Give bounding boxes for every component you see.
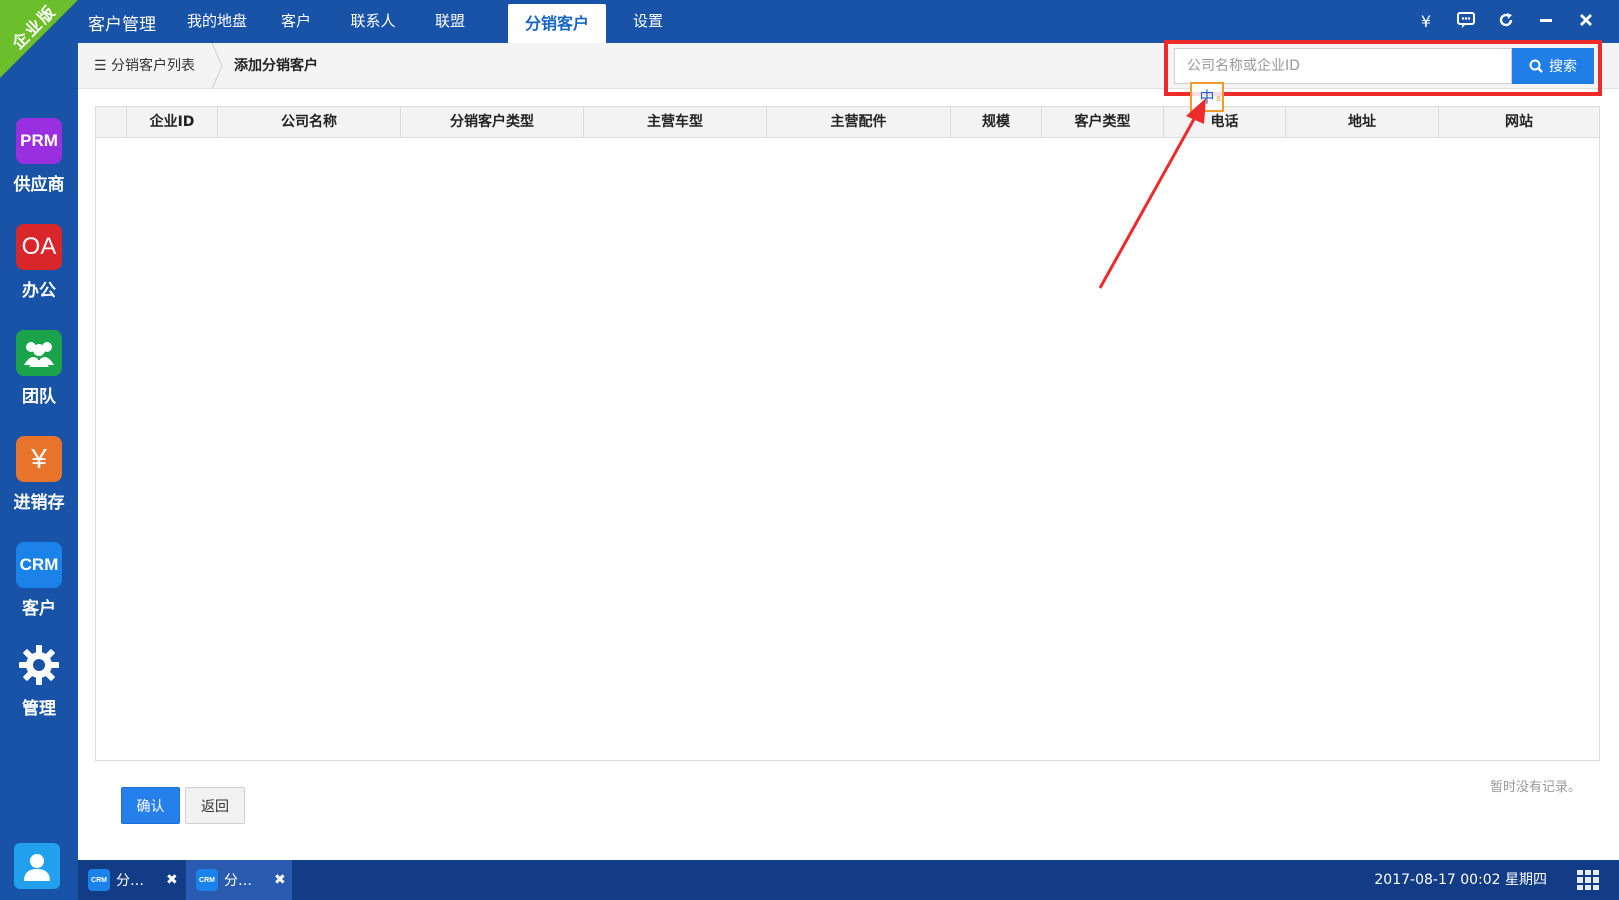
column-header-main-vehicle[interactable]: 主营车型: [584, 107, 767, 137]
empty-records-text: 暂时没有记录。: [1490, 780, 1582, 795]
distribution-customer-table: 企业ID 公司名称 分销客户类型 主营车型 主营配件 规模 客户类型 电话 地址…: [95, 106, 1600, 761]
breadcrumb-list-label: 分销客户列表: [111, 58, 196, 74]
refresh-icon[interactable]: [1497, 12, 1515, 32]
minimize-icon[interactable]: [1537, 12, 1555, 31]
crm-icon: CRM: [88, 869, 110, 891]
tab-contacts[interactable]: 联系人: [336, 0, 410, 43]
column-header-company-name[interactable]: 公司名称: [218, 107, 401, 137]
close-icon[interactable]: [1577, 12, 1595, 31]
table-header: 企业ID 公司名称 分销客户类型 主营车型 主营配件 规模 客户类型 电话 地址…: [96, 107, 1599, 138]
clock-datetime: 2017-08-17 00:02 星期四: [1374, 872, 1547, 888]
crm-icon: CRM: [196, 869, 218, 891]
confirm-button[interactable]: 确认: [121, 787, 180, 824]
chat-icon[interactable]: [1457, 11, 1475, 32]
sidebar-item-label: 管理: [22, 699, 56, 719]
sidebar-item-team[interactable]: 团队: [0, 330, 78, 407]
list-icon: ☰: [94, 58, 107, 74]
task-title: 分…: [116, 873, 144, 889]
chevron-right-icon: [211, 43, 223, 89]
sidebar-item-prm[interactable]: PRM 供应商: [0, 118, 78, 195]
search-icon: [1529, 59, 1543, 73]
back-button[interactable]: 返回: [185, 787, 245, 824]
tab-alliance[interactable]: 联盟: [420, 0, 480, 43]
sidebar-item-label: 团队: [22, 387, 56, 407]
column-header-website[interactable]: 网站: [1439, 107, 1599, 137]
column-header-main-parts[interactable]: 主营配件: [767, 107, 951, 137]
close-icon[interactable]: ✖: [274, 872, 286, 888]
column-header-scale[interactable]: 规模: [951, 107, 1042, 137]
oa-icon: OA: [16, 224, 62, 270]
search-input[interactable]: [1174, 48, 1512, 84]
tab-distribution-customers[interactable]: 分销客户: [508, 4, 606, 43]
column-header-address[interactable]: 地址: [1286, 107, 1439, 137]
window-controls: ¥: [1417, 0, 1595, 43]
sidebar-item-label: 进销存: [13, 493, 65, 513]
search-button-label: 搜索: [1549, 59, 1577, 75]
user-icon[interactable]: [14, 843, 60, 889]
prm-icon: PRM: [16, 118, 62, 164]
sidebar-item-label: 客户: [22, 599, 56, 619]
breadcrumb-current: 添加分销客户: [234, 58, 318, 74]
close-icon[interactable]: ✖: [166, 872, 178, 888]
sidebar-item-crm[interactable]: CRM 客户: [0, 542, 78, 619]
sidebar-item-label: 办公: [22, 281, 56, 301]
yen-icon[interactable]: ¥: [1417, 12, 1435, 31]
column-header-enterprise-id[interactable]: 企业ID: [127, 107, 218, 137]
left-sidebar: 企业版 PRM 供应商 OA 办公 团队 ¥ 进销存 CRM 客户 管理: [0, 0, 78, 900]
taskbar-task[interactable]: CRM 分… ✖: [78, 860, 182, 900]
taskbar-task-active[interactable]: CRM 分… ✖: [186, 860, 292, 900]
column-header-distribution-type[interactable]: 分销客户类型: [401, 107, 584, 137]
team-icon: [16, 330, 62, 376]
sidebar-item-label: 供应商: [13, 175, 65, 195]
search-button[interactable]: 搜索: [1512, 48, 1594, 84]
taskbar: CRM 分… ✖ CRM 分… ✖ 2017-08-17 00:02 星期四: [78, 860, 1619, 900]
gear-icon: [16, 642, 62, 688]
tab-my-territory[interactable]: 我的地盘: [178, 0, 256, 43]
tab-customers[interactable]: 客户: [266, 0, 326, 43]
annotation-arrow: [1098, 98, 1206, 289]
app-grid-icon[interactable]: [1577, 870, 1599, 890]
top-nav: 客户管理 我的地盘 客户 联系人 联盟 分销客户 设置 ¥: [78, 0, 1619, 43]
breadcrumb-list-link[interactable]: ☰ 分销客户列表: [94, 43, 195, 89]
crm-icon: CRM: [16, 542, 62, 588]
app-title: 客户管理: [88, 15, 156, 35]
column-header-select[interactable]: [96, 107, 127, 137]
yen-icon: ¥: [16, 436, 62, 482]
task-title: 分…: [224, 873, 252, 889]
sidebar-item-manage[interactable]: 管理: [0, 642, 78, 719]
tab-settings[interactable]: 设置: [618, 0, 678, 43]
sidebar-item-oa[interactable]: OA 办公: [0, 224, 78, 301]
sidebar-item-inventory[interactable]: ¥ 进销存: [0, 436, 78, 513]
